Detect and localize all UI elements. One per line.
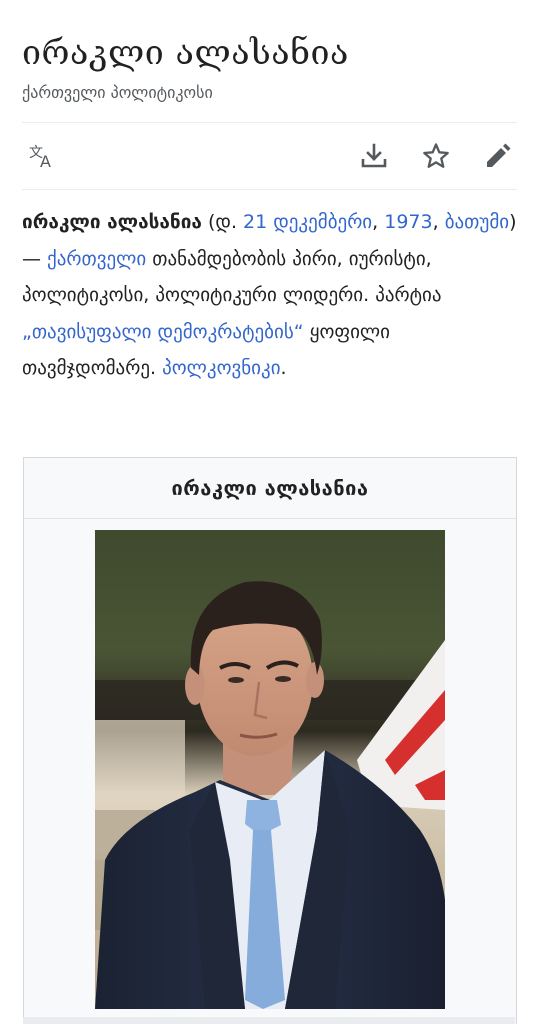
- lead-text: .: [280, 357, 287, 379]
- lead-subject-name: ირაკლი ალასანია: [22, 211, 202, 233]
- page-description: ქართველი პოლიტიკოსი: [22, 83, 213, 102]
- article-page: ირაკლი ალასანია ქართველი პოლიტიკოსი 文 A: [0, 0, 539, 1024]
- pencil-icon[interactable]: [483, 141, 513, 171]
- nationality-link[interactable]: ქართველი: [47, 248, 146, 270]
- lead-text: (დ.: [201, 211, 244, 233]
- toolbar-actions: [359, 141, 517, 171]
- birth-place-link[interactable]: ბათუმი: [445, 211, 509, 233]
- party-link[interactable]: „თავისუფალი დემოკრატების“: [22, 321, 304, 343]
- download-icon[interactable]: [359, 141, 389, 171]
- infobox-title: ირაკლი ალასანია: [24, 458, 516, 519]
- page-title: ირაკლი ალასანია: [22, 33, 349, 73]
- lead-text: ,: [432, 211, 445, 233]
- page-actions-toolbar: 文 A: [0, 123, 539, 189]
- infobox-image-container: [24, 519, 516, 1009]
- lead-text: ,: [372, 211, 385, 233]
- infobox-bottom-edge: [23, 1017, 515, 1024]
- article-header: ირაკლი ალასანია ქართველი პოლიტიკოსი: [0, 0, 539, 104]
- portrait-image[interactable]: [95, 530, 445, 1009]
- birth-year-link[interactable]: 1973: [384, 211, 432, 233]
- star-icon[interactable]: [421, 141, 451, 171]
- rank-link[interactable]: პოლკოვნიკი: [162, 357, 280, 379]
- translate-icon[interactable]: 文 A: [28, 141, 58, 171]
- birth-date-link[interactable]: 21 დეკემბერი: [243, 211, 372, 233]
- infobox: ირაკლი ალასანია: [23, 457, 517, 1024]
- lead-paragraph: ირაკლი ალასანია (დ. 21 დეკემბერი, 1973, …: [0, 190, 539, 387]
- svg-text:A: A: [40, 152, 51, 169]
